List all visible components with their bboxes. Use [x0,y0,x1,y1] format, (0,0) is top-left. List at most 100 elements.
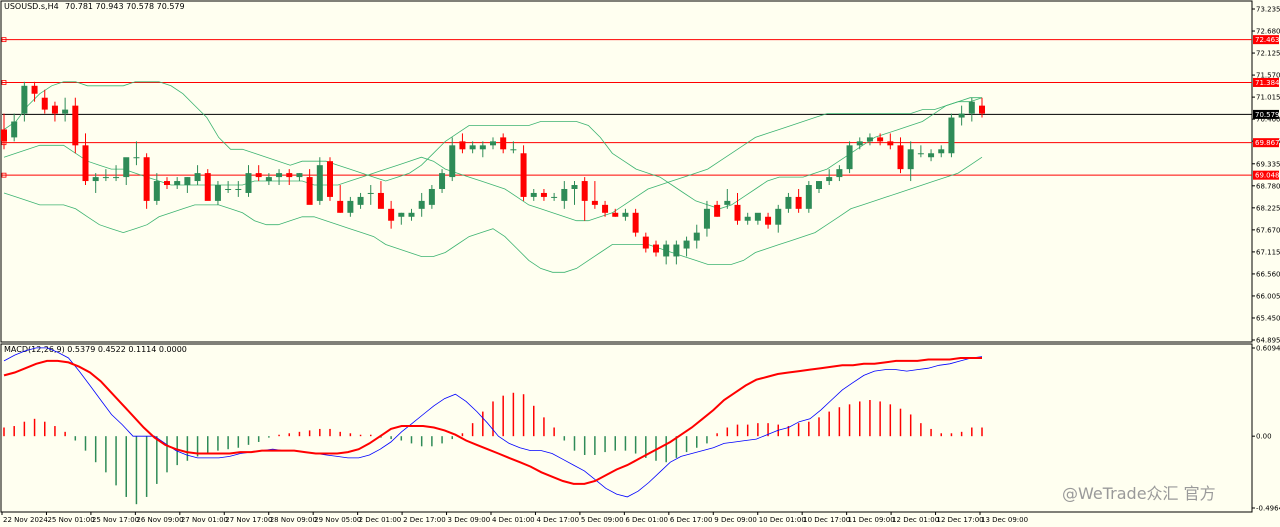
price-tick-label: 64.895 [1256,337,1280,345]
price-tick-label: 72.125 [1256,50,1280,58]
symbol-label: USOUSD.s,H4 [4,2,59,11]
candle-body [765,216,772,225]
candle-body [938,149,945,154]
candle-body [418,200,425,209]
time-tick-label: 9 Dec 09:00 [714,516,757,524]
time-tick-label: 10 Dec 17:00 [803,516,850,524]
candle-body [816,181,822,189]
candle-body [194,173,201,182]
watermark: @WeTrade众汇 官方 [1062,484,1216,503]
time-tick-label: 13 Dec 09:00 [981,516,1028,524]
candle-body [459,141,466,150]
candle-body [113,177,120,179]
price-tick-label: 72.680 [1256,28,1280,36]
time-tick-label: 6 Dec 17:00 [670,516,713,524]
candle-body [836,169,843,178]
candle-body [897,145,904,170]
price-tick-label: 73.235 [1256,6,1280,14]
time-tick-label: 3 Dec 09:00 [448,516,491,524]
candle-body [357,196,364,205]
candle-body [928,153,935,158]
candle-body [469,145,476,150]
level-price-label: 69.867 [1255,139,1280,147]
candle-body [785,196,792,209]
candle-body [775,208,782,225]
candle-body [41,97,48,110]
candle-body [693,232,700,241]
candle-body [367,192,374,194]
candle-body [968,101,975,114]
time-tick-label: 29 Nov 05:00 [314,516,361,524]
candle-body [327,161,333,197]
candle-body [673,244,680,257]
time-tick-label: 5 Dec 09:00 [581,516,624,524]
time-tick-label: 11 Dec 09:00 [848,516,895,524]
candle-body [877,137,884,142]
level-price-label: 71.384 [1255,79,1280,87]
candle-body [500,137,507,150]
candle-body [479,145,486,150]
price-chart[interactable]: USOUSD.s,H4 70.781 70.943 70.578 70.579 … [0,0,1280,527]
time-tick-label: 25 Nov 01:00 [47,516,94,524]
candle-body [826,177,833,182]
time-tick-label: 6 Dec 01:00 [625,516,668,524]
candle-body [602,204,609,213]
candle-body [204,173,211,201]
candle-body [51,105,58,114]
candle-body [754,212,761,221]
level-price-label: 69.048 [1255,172,1280,180]
candle-body [520,153,527,197]
candle-body [439,173,446,189]
candle-body [245,173,252,193]
price-tick-label: 68.225 [1256,204,1280,212]
time-tick-label: 4 Dec 01:00 [492,516,535,524]
candle-body [153,181,160,201]
candle-body [724,200,731,205]
candle-body [21,85,28,114]
candle-body [714,204,721,217]
candle-body [622,212,629,217]
candle-body [917,153,924,155]
candle-body [388,208,395,221]
candle-body [571,185,578,189]
candle-body [286,173,293,178]
time-tick-label: 10 Dec 01:00 [759,516,806,524]
time-tick-label: 2 Dec 01:00 [359,516,402,524]
candle-body [11,121,18,138]
candle-body [561,188,568,201]
candle-body [958,113,965,118]
candle-body [581,181,588,201]
candle-body [102,177,109,179]
candle-body [805,185,812,209]
candle-body [979,105,985,114]
candle-body [551,196,558,198]
candle-body [948,117,955,154]
candle-body [540,192,547,197]
candle-body [123,157,130,178]
time-tick-label: 12 Dec 01:00 [892,516,939,524]
candle-body [846,145,853,170]
price-tick-label: 66.005 [1256,292,1280,300]
candle-body [174,181,181,186]
price-tick-label: 67.115 [1256,248,1280,256]
candle-body [612,212,619,217]
candle-body [347,200,354,213]
candle-body [510,149,517,151]
candle-body [337,200,344,213]
candle-body [225,188,232,190]
candle-body [62,109,69,114]
candle-body [795,196,802,209]
candle-body [856,141,863,146]
macd-tick-label: 0.00 [1256,433,1272,441]
price-tick-label: 67.670 [1256,226,1280,234]
candle-body [306,177,313,205]
candle-body [398,212,405,217]
candle-body [265,177,272,182]
candle-body [82,145,89,182]
candle-body [214,185,221,201]
candle-body [31,85,38,94]
ohlc-readout: 70.781 70.943 70.578 70.579 [65,2,185,11]
candle-body [907,149,914,170]
candle-body [703,208,710,229]
candle-body [72,105,79,146]
